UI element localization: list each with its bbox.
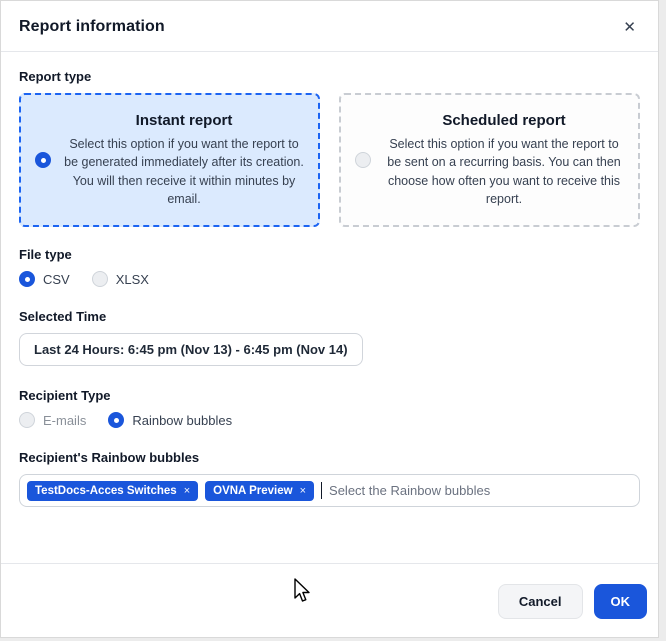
report-information-dialog: Report information ✕ Report type Instant… — [0, 0, 659, 638]
xlsx-radio[interactable] — [92, 271, 108, 287]
dialog-footer: Cancel OK — [1, 563, 658, 637]
text-caret — [321, 482, 322, 499]
instant-report-description: Select this option if you want the repor… — [64, 135, 304, 208]
recipient-option-rainbow-bubbles[interactable]: Rainbow bubbles — [108, 412, 232, 428]
time-range-value: Last 24 Hours: 6:45 pm (Nov 13) - 6:45 p… — [34, 342, 348, 357]
chip-remove-icon[interactable]: × — [184, 485, 190, 497]
report-type-section: Report type Instant report Select this o… — [19, 69, 640, 227]
recipient-type-label: Recipient Type — [19, 388, 640, 403]
file-type-options: CSV XLSX — [19, 271, 640, 287]
scheduled-report-card[interactable]: Scheduled report Select this option if y… — [339, 93, 640, 227]
report-type-label: Report type — [19, 69, 640, 84]
chip-label: TestDocs-Acces Switches — [35, 485, 177, 497]
scheduled-report-description: Select this option if you want the repor… — [384, 135, 624, 208]
rainbow-bubbles-label: Rainbow bubbles — [132, 413, 232, 428]
ok-button[interactable]: OK — [594, 584, 648, 619]
selected-time-section: Selected Time Last 24 Hours: 6:45 pm (No… — [19, 309, 640, 366]
scheduled-report-radio[interactable] — [355, 152, 371, 168]
cancel-button[interactable]: Cancel — [498, 584, 583, 619]
instant-report-title: Instant report — [64, 112, 304, 129]
csv-radio[interactable] — [19, 271, 35, 287]
file-type-option-csv[interactable]: CSV — [19, 271, 70, 287]
rainbow-bubbles-select-input[interactable]: TestDocs-Acces Switches × OVNA Preview ×… — [19, 474, 640, 507]
rainbow-bubbles-radio[interactable] — [108, 412, 124, 428]
dialog-header: Report information ✕ — [1, 1, 658, 52]
csv-label: CSV — [43, 272, 70, 287]
scheduled-report-title: Scheduled report — [384, 112, 624, 129]
emails-label: E-mails — [43, 413, 86, 428]
recipient-option-emails[interactable]: E-mails — [19, 412, 86, 428]
chip-ovna-preview[interactable]: OVNA Preview × — [205, 481, 314, 501]
instant-report-card[interactable]: Instant report Select this option if you… — [19, 93, 320, 227]
scheduled-report-text: Scheduled report Select this option if y… — [384, 112, 624, 208]
dialog-body: Report type Instant report Select this o… — [1, 52, 658, 563]
select-placeholder: Select the Rainbow bubbles — [329, 483, 490, 498]
emails-radio[interactable] — [19, 412, 35, 428]
recipients-section: Recipient's Rainbow bubbles TestDocs-Acc… — [19, 450, 640, 507]
time-range-input[interactable]: Last 24 Hours: 6:45 pm (Nov 13) - 6:45 p… — [19, 333, 363, 366]
close-icon[interactable]: ✕ — [623, 20, 636, 35]
selected-time-label: Selected Time — [19, 309, 640, 324]
instant-report-text: Instant report Select this option if you… — [64, 112, 304, 208]
dialog-title: Report information — [19, 18, 165, 36]
file-type-option-xlsx[interactable]: XLSX — [92, 271, 149, 287]
recipients-label: Recipient's Rainbow bubbles — [19, 450, 640, 465]
recipient-type-options: E-mails Rainbow bubbles — [19, 412, 640, 428]
recipient-type-section: Recipient Type E-mails Rainbow bubbles — [19, 388, 640, 428]
chip-remove-icon[interactable]: × — [300, 485, 306, 497]
instant-report-radio[interactable] — [35, 152, 51, 168]
report-type-cards: Instant report Select this option if you… — [19, 93, 640, 227]
file-type-label: File type — [19, 247, 640, 262]
xlsx-label: XLSX — [116, 272, 149, 287]
chip-testdocs-acces-switches[interactable]: TestDocs-Acces Switches × — [27, 481, 198, 501]
file-type-section: File type CSV XLSX — [19, 247, 640, 287]
chip-label: OVNA Preview — [213, 485, 292, 497]
